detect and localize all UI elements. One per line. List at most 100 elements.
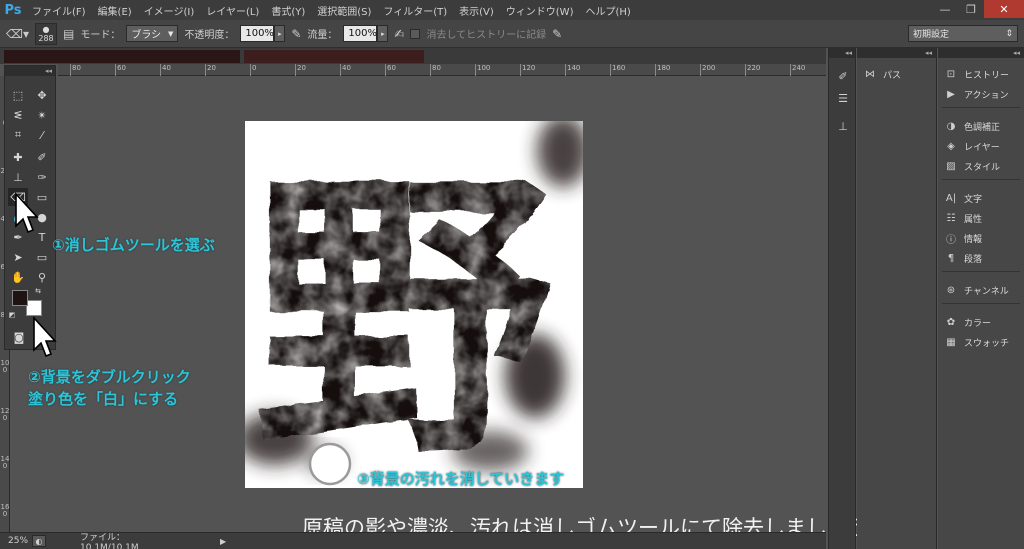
menu-view[interactable]: 表示(V) [453, 3, 500, 18]
panel-color[interactable]: ✿ カラー [944, 314, 991, 330]
lasso-tool-icon[interactable]: ᓬ [8, 106, 28, 124]
ruler-top-tick: 20 [295, 64, 306, 76]
swap-colors-icon[interactable]: ⇆ [33, 286, 43, 296]
erase-history-checkbox[interactable] [410, 28, 421, 39]
ruler-top-tick: 80 [430, 64, 441, 76]
panel-properties[interactable]: ☷ 属性 [944, 210, 983, 226]
brush-panel-icon[interactable]: ▤ [63, 27, 74, 41]
brush-panel-strip-icon[interactable]: ✐ [835, 68, 851, 84]
menu-file[interactable]: ファイル(F) [26, 3, 92, 18]
background-color-swatch[interactable] [26, 300, 42, 316]
document-canvas[interactable]: 野 野 [245, 121, 583, 488]
chevron-updown-icon: ⇕ [1005, 28, 1013, 39]
flow-input[interactable]: 100% [343, 25, 378, 42]
shape-tool-icon[interactable]: ▭ [32, 248, 52, 266]
panel-adjustments[interactable]: ◑ 色調補正 [944, 118, 1000, 134]
panel-strip-header[interactable]: ◂◂ [829, 48, 855, 58]
opacity-slider-button[interactable]: ▸ [274, 25, 286, 42]
eyedropper-tool-icon[interactable]: ⁄ [32, 126, 52, 144]
history-brush-tool-icon[interactable]: ✑ [32, 168, 52, 186]
magic-wand-tool-icon[interactable]: ✴ [32, 106, 52, 124]
panel-layers[interactable]: ◈ レイヤー [944, 138, 1000, 154]
ruler-left-tick: 140 [0, 455, 10, 470]
panel-history[interactable]: ⊡ ヒストリー [944, 66, 1009, 82]
marquee-tool-icon[interactable]: ⬚ [8, 86, 28, 104]
photoshop-logo: Ps [4, 2, 22, 18]
zoom-tool-icon[interactable]: ⚲ [32, 268, 52, 286]
tools-panel-header[interactable]: ◂◂ [5, 66, 55, 76]
path-selection-tool-icon[interactable]: ➤ [8, 248, 28, 266]
status-menu-icon[interactable]: ◐ [32, 535, 46, 547]
workspace-dropdown[interactable]: 初期設定 ⇕ [908, 25, 1018, 42]
restore-button[interactable]: ❐ [958, 0, 984, 18]
menu-layer[interactable]: レイヤー(L) [200, 3, 265, 18]
ruler-top-tick: 180 [655, 64, 670, 76]
clone-source-strip-icon[interactable]: ⊥ [835, 118, 851, 134]
annotation-step-3: ③背景の汚れを消していきます [357, 470, 565, 488]
ruler-top-tick: 220 [745, 64, 760, 76]
brush-presets-strip-icon[interactable]: ☰ [835, 90, 851, 106]
document-tab-bar [0, 48, 826, 64]
ruler-top-tick: 140 [565, 64, 580, 76]
hand-tool-icon[interactable]: ✋ [8, 268, 28, 286]
panel-swatches[interactable]: ▦ スウォッチ [944, 334, 1009, 350]
ruler-top-tick: 20 [205, 64, 216, 76]
pressure-size-icon[interactable]: ✎ [552, 27, 562, 41]
menu-help[interactable]: ヘルプ(H) [579, 3, 636, 18]
styles-icon: ▨ [946, 160, 956, 172]
menu-filter[interactable]: フィルター(T) [377, 3, 453, 18]
default-colors-icon[interactable]: ◩ [7, 310, 17, 320]
document-tab-2[interactable] [244, 49, 424, 63]
paragraph-icon: ¶ [947, 252, 955, 264]
menu-type[interactable]: 書式(Y) [265, 3, 311, 18]
crop-tool-icon[interactable]: ⌗ [8, 126, 28, 144]
close-button[interactable]: ✕ [984, 0, 1024, 18]
ruler-top-tick: 40 [340, 64, 351, 76]
ruler-top-tick: 100 [475, 64, 490, 76]
erase-history-label: 消去してヒストリーに記録 [426, 30, 547, 41]
panel-channels[interactable]: ⊛ チャンネル [944, 282, 1009, 298]
eraser-tool-preset-icon[interactable]: ⌫▾ [6, 27, 29, 41]
menu-edit[interactable]: 編集(E) [92, 3, 138, 18]
menu-image[interactable]: イメージ(I) [138, 3, 201, 18]
panel-paths-item[interactable]: ⋈ パス [863, 66, 901, 82]
history-icon: ⊡ [946, 68, 956, 80]
panel-info[interactable]: ⓘ 情報 [944, 230, 982, 246]
menu-bar: Ps ファイル(F) 編集(E) イメージ(I) レイヤー(L) 書式(Y) 選… [0, 0, 1024, 20]
menu-window[interactable]: ウィンドウ(W) [500, 3, 580, 18]
stamp-tool-icon[interactable]: ⊥ [8, 168, 28, 186]
minimize-button[interactable]: — [932, 0, 958, 18]
brush-size-picker[interactable]: ● 288 [35, 22, 57, 45]
ruler-top-tick: 0 [250, 64, 256, 76]
panel-divider [942, 271, 1020, 272]
paths-panel-header[interactable]: ◂◂ [857, 48, 936, 58]
brush-tool-icon[interactable]: ✐ [32, 148, 52, 166]
quick-mask-icon[interactable]: ◙ [9, 328, 29, 346]
zoom-level[interactable]: 25% [0, 536, 32, 546]
airbrush-icon[interactable]: ✍ [394, 27, 404, 41]
brush-dot-icon: ● [42, 24, 50, 34]
move-tool-icon[interactable]: ✥ [32, 86, 52, 104]
calligraphy-artwork: 野 野 [245, 121, 583, 488]
foreground-color-swatch[interactable] [12, 290, 28, 306]
panel-character[interactable]: A| 文字 [944, 190, 982, 206]
properties-icon: ☷ [946, 212, 956, 224]
flow-slider-button[interactable]: ▸ [377, 25, 389, 42]
panel-list-header[interactable]: ◂◂ [938, 48, 1024, 58]
healing-brush-tool-icon[interactable]: ✚ [8, 148, 28, 166]
opacity-input[interactable]: 100% [240, 25, 275, 42]
mode-dropdown[interactable]: ブラシ ▼ [126, 25, 179, 42]
paths-panel: ◂◂ ⋈ パス [857, 48, 937, 549]
paths-icon: ⋈ [865, 68, 875, 80]
ruler-top-tick: 120 [520, 64, 535, 76]
character-icon: A| [945, 192, 957, 204]
menu-select[interactable]: 選択範囲(S) [311, 3, 377, 18]
status-arrow-icon[interactable]: ▶ [220, 537, 226, 546]
panel-styles[interactable]: ▨ スタイル [944, 158, 1000, 174]
document-tab-1[interactable] [4, 49, 240, 63]
ruler-top-tick: 240 [790, 64, 805, 76]
panel-actions[interactable]: ▶ アクション [944, 86, 1008, 102]
panel-paragraph[interactable]: ¶ 段落 [944, 250, 982, 266]
pressure-opacity-icon[interactable]: ✎ [291, 27, 301, 41]
brush-size-value: 288 [38, 33, 54, 43]
